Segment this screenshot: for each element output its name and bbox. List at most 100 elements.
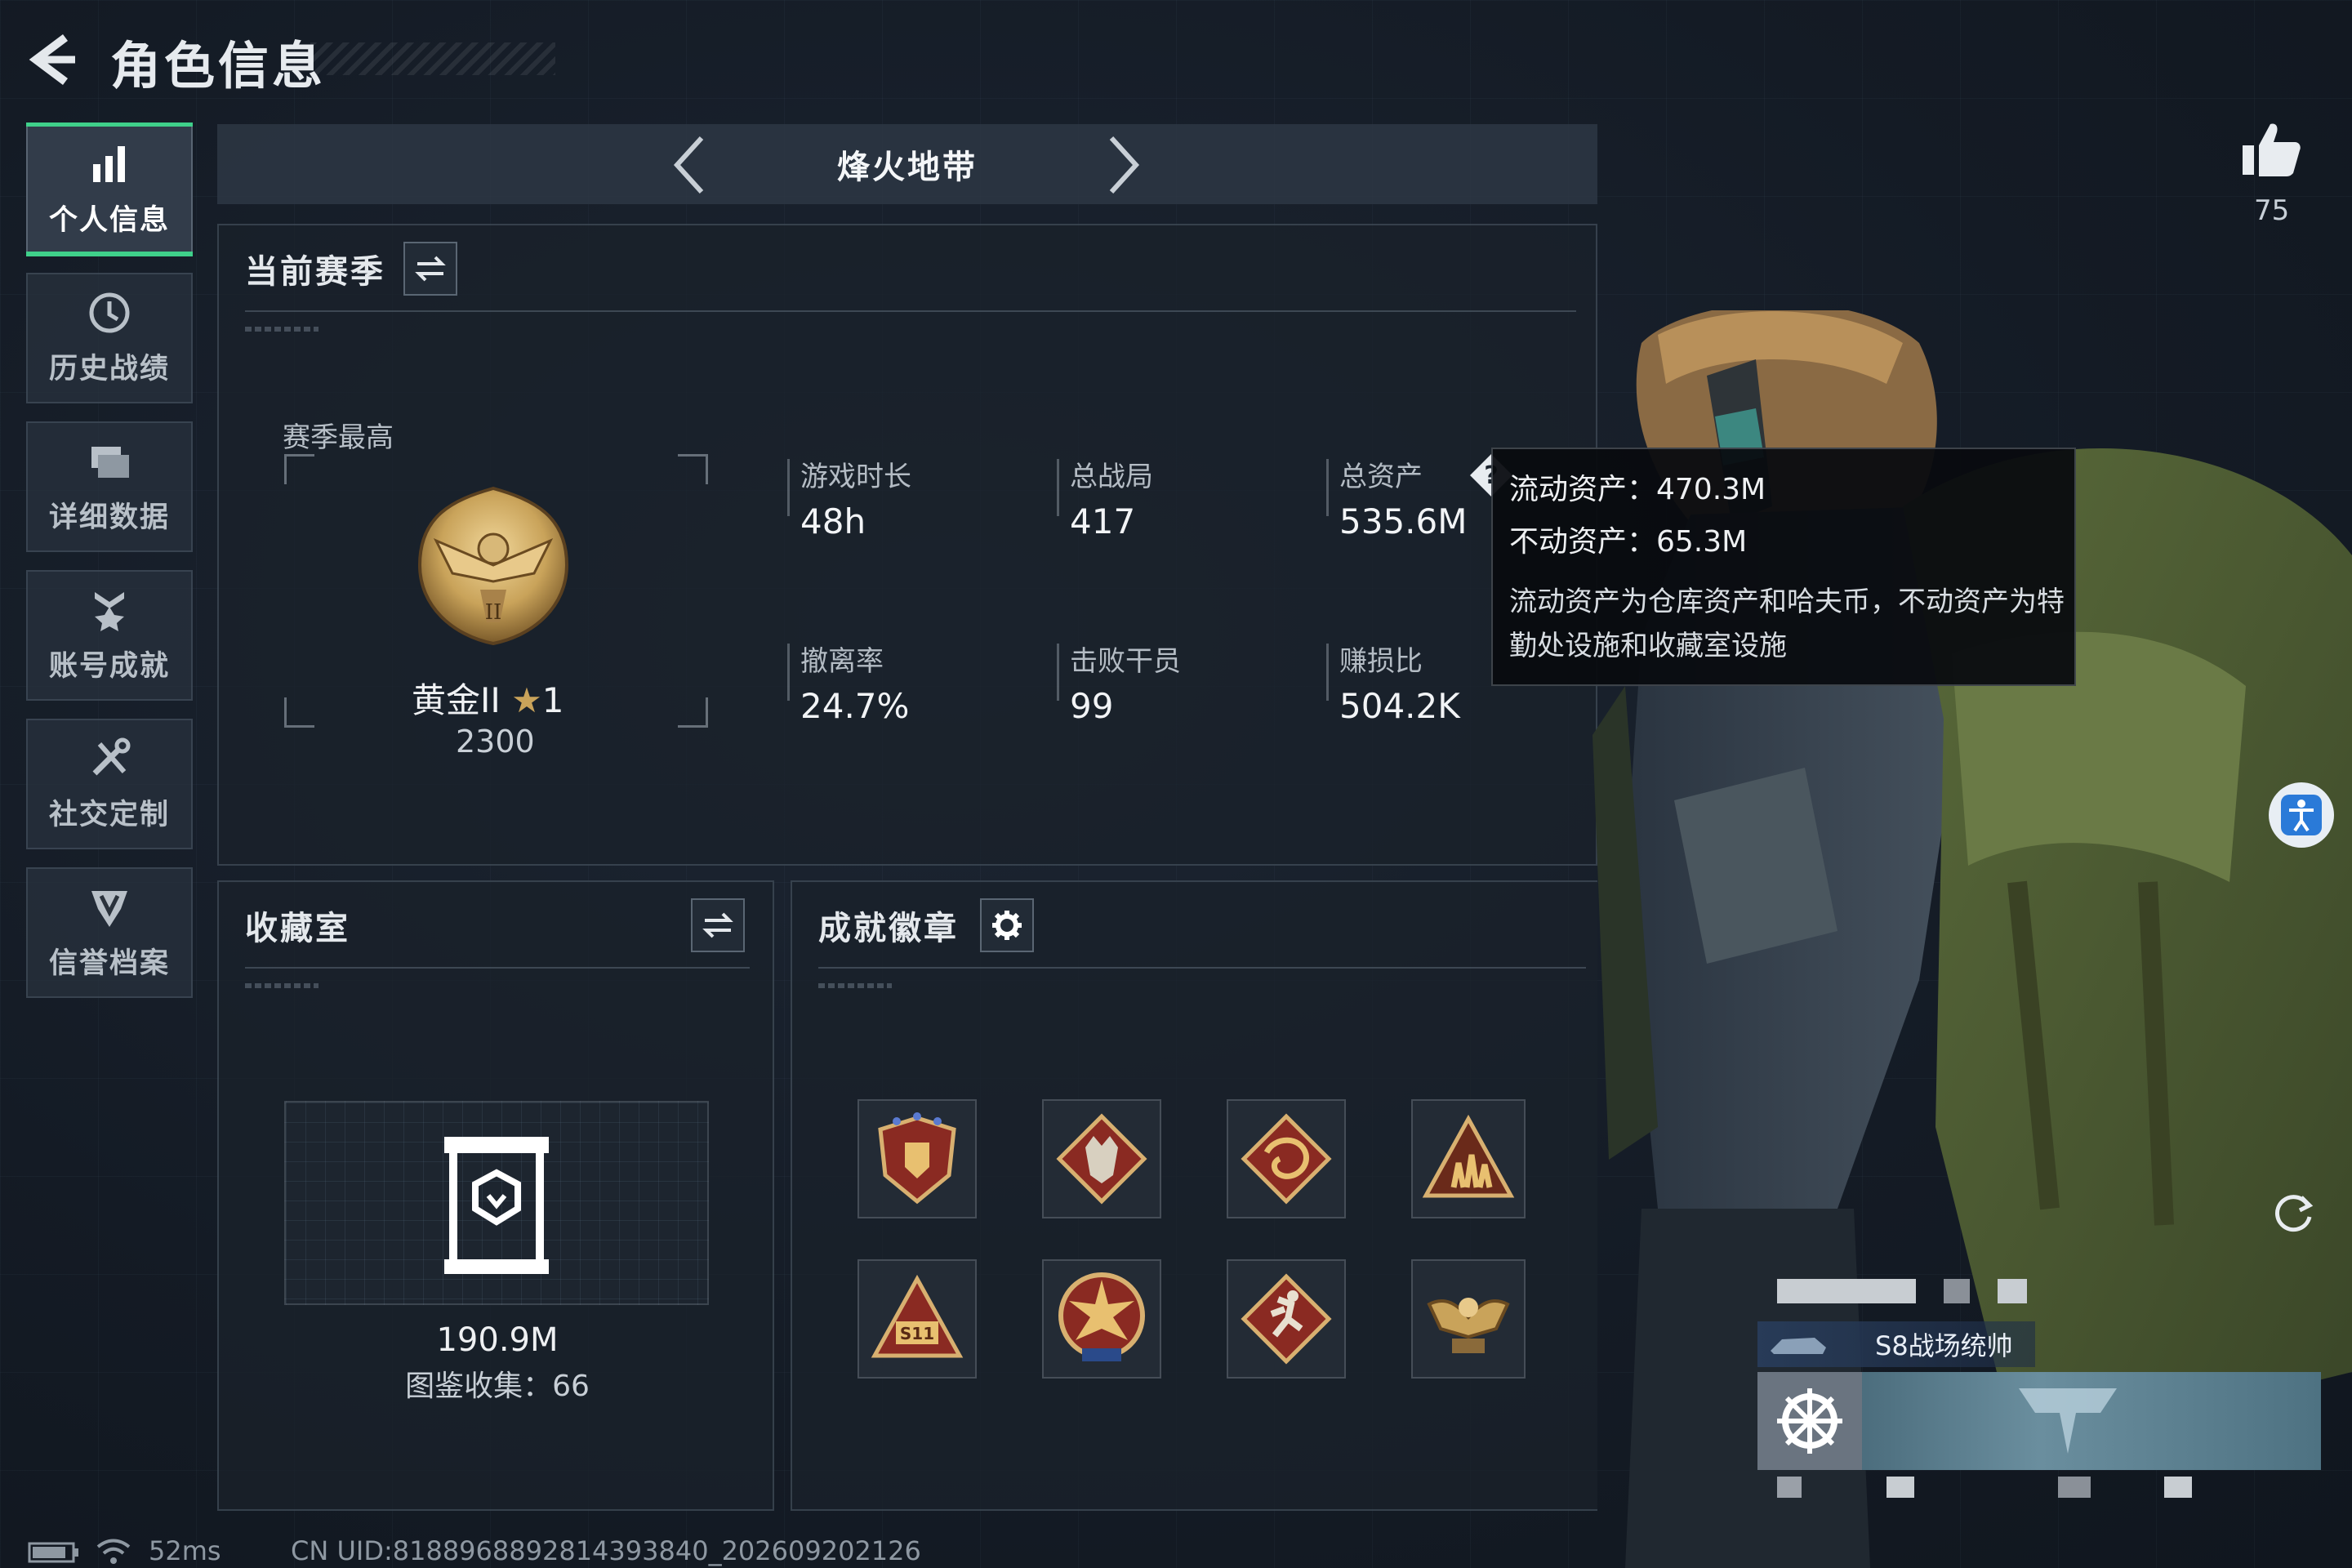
stat-divider (1057, 644, 1059, 701)
svg-text:II: II (485, 600, 502, 625)
season-best-label: 赛季最高 (283, 421, 394, 454)
badge-slot[interactable] (1411, 1099, 1526, 1218)
title-decoration (310, 42, 555, 75)
chevron-left-icon (673, 136, 704, 194)
panel-title: 当前赛季 (245, 253, 385, 291)
badge-slot[interactable] (1411, 1259, 1526, 1379)
badge-slot[interactable] (858, 1099, 977, 1218)
stat-label: 总资产 (1339, 461, 1423, 493)
player-avatar[interactable] (1757, 1372, 1862, 1470)
nav-label: 个人信息 (48, 203, 170, 237)
nav-label: 社交定制 (48, 798, 170, 831)
badge-slot[interactable] (1227, 1099, 1346, 1218)
redacted-info (1777, 1477, 1802, 1498)
accessibility-button[interactable] (2269, 782, 2334, 848)
badge-slot[interactable] (1227, 1259, 1346, 1379)
shield-badge-icon (878, 1112, 956, 1205)
divider-decoration (818, 983, 892, 988)
runner-badge-icon (1241, 1273, 1332, 1365)
nav-item-personal-info[interactable]: 个人信息 (26, 122, 193, 256)
team-badge-icon (1422, 1114, 1515, 1198)
current-season-panel: 当前赛季 赛季最高 II 黄金II ★1 2300 游戏时长 48h 总战局 4… (217, 224, 1597, 866)
ping-value: 52ms (149, 1535, 221, 1566)
collection-value: 190.9M (436, 1321, 559, 1359)
rotate-icon[interactable] (2269, 1189, 2316, 1236)
mode-title: 烽火地带 (837, 149, 978, 186)
rank-name: 黄金II ★1 (412, 673, 564, 723)
wifi-icon (96, 1539, 131, 1564)
stat-value: 417 (1070, 501, 1136, 541)
nav-label: 账号成就 (48, 649, 170, 683)
badges-panel: 成就徽章 S11 (791, 880, 1597, 1511)
badge-slot[interactable]: S11 (858, 1259, 977, 1379)
shield-icon (91, 890, 127, 927)
stat-value: 24.7% (800, 686, 910, 726)
back-arrow-icon[interactable] (24, 31, 82, 88)
frame-corner (284, 697, 314, 728)
folder-icon (91, 446, 129, 478)
divider (245, 967, 750, 969)
tank-badge-icon (1058, 1272, 1145, 1361)
frame-corner (284, 454, 314, 484)
rank-score: 2300 (456, 724, 535, 760)
panel-title: 成就徽章 (818, 910, 959, 947)
divider-decoration (245, 983, 318, 988)
assets-tooltip: 流动资产：470.3M 不动资产：65.3M 流动资产为仓库资产和哈夫币，不动资… (1491, 448, 2076, 686)
nav-item-history[interactable]: 历史战绩 (26, 273, 193, 403)
stat-label: 撤离率 (800, 645, 884, 678)
stat-divider (787, 644, 790, 701)
collection-panel: 收藏室 190.9M 图鉴收集：66 (217, 880, 774, 1511)
star-icon: ★ (511, 680, 542, 720)
display-case-icon (444, 1137, 549, 1274)
catalog-count: 图鉴收集：66 (405, 1370, 590, 1403)
redacted-info (2164, 1477, 2192, 1498)
svg-text:S11: S11 (900, 1324, 934, 1343)
assets-description: 流动资产为仓库资产和哈夫币，不动资产为特勤处设施和收藏室设施 (1509, 586, 2065, 662)
season-switch-button[interactable] (403, 242, 457, 296)
mode-next-button[interactable] (1091, 132, 1156, 198)
collection-switch-button[interactable] (691, 898, 745, 952)
stat-divider (1326, 644, 1329, 701)
player-title-card: S8战场统帅 (1757, 1321, 2035, 1367)
vehicle-icon (1771, 1338, 1826, 1354)
nav-item-achievements[interactable]: 账号成就 (26, 570, 193, 701)
stat-label: 击败干员 (1070, 645, 1181, 678)
redacted-name (1777, 1279, 1916, 1303)
collection-showcase[interactable] (284, 1101, 709, 1305)
dragon-badge-icon (1241, 1113, 1332, 1205)
battery-icon (28, 1542, 78, 1563)
nav-item-reputation[interactable]: 信誉档案 (26, 867, 193, 998)
nav-label: 历史战绩 (48, 352, 170, 385)
nav-label: 详细数据 (48, 501, 170, 534)
badge-slot[interactable] (1042, 1099, 1161, 1218)
badge-slot[interactable] (1042, 1259, 1161, 1379)
switch-icon (702, 912, 733, 938)
rank-emblem-icon: II (417, 486, 569, 646)
panel-title: 收藏室 (245, 910, 350, 947)
frame-corner (678, 454, 708, 484)
mode-selector: 烽火地带 (217, 124, 1597, 204)
stat-label: 赚损比 (1339, 645, 1423, 678)
chevron-right-icon (1109, 136, 1140, 194)
bar-chart-icon (93, 145, 125, 182)
eagle-badge-icon (1427, 1298, 1510, 1353)
uid-text: CN UID:8188968892814393840_202609202126 (291, 1535, 921, 1566)
accessibility-icon (2281, 795, 2322, 835)
emblem-icon (2019, 1388, 2117, 1454)
badge-settings-button[interactable] (980, 898, 1034, 952)
avatar-icon (1757, 1372, 1862, 1470)
frame-corner (678, 697, 708, 728)
nav-item-social[interactable]: 社交定制 (26, 719, 193, 849)
redacted-info (1886, 1477, 1914, 1498)
mode-prev-button[interactable] (657, 132, 722, 198)
medal-icon (95, 591, 124, 631)
stat-value: 48h (800, 501, 866, 541)
stat-value: 504.2K (1339, 686, 1460, 726)
clock-icon (89, 292, 130, 332)
redacted-info (2058, 1477, 2091, 1498)
stat-divider (1326, 459, 1329, 516)
nav-label: 信誉档案 (48, 947, 170, 980)
thumbs-up-icon[interactable] (2238, 116, 2303, 181)
nav-item-details[interactable]: 详细数据 (26, 421, 193, 552)
wolf-badge-icon (1056, 1113, 1147, 1205)
